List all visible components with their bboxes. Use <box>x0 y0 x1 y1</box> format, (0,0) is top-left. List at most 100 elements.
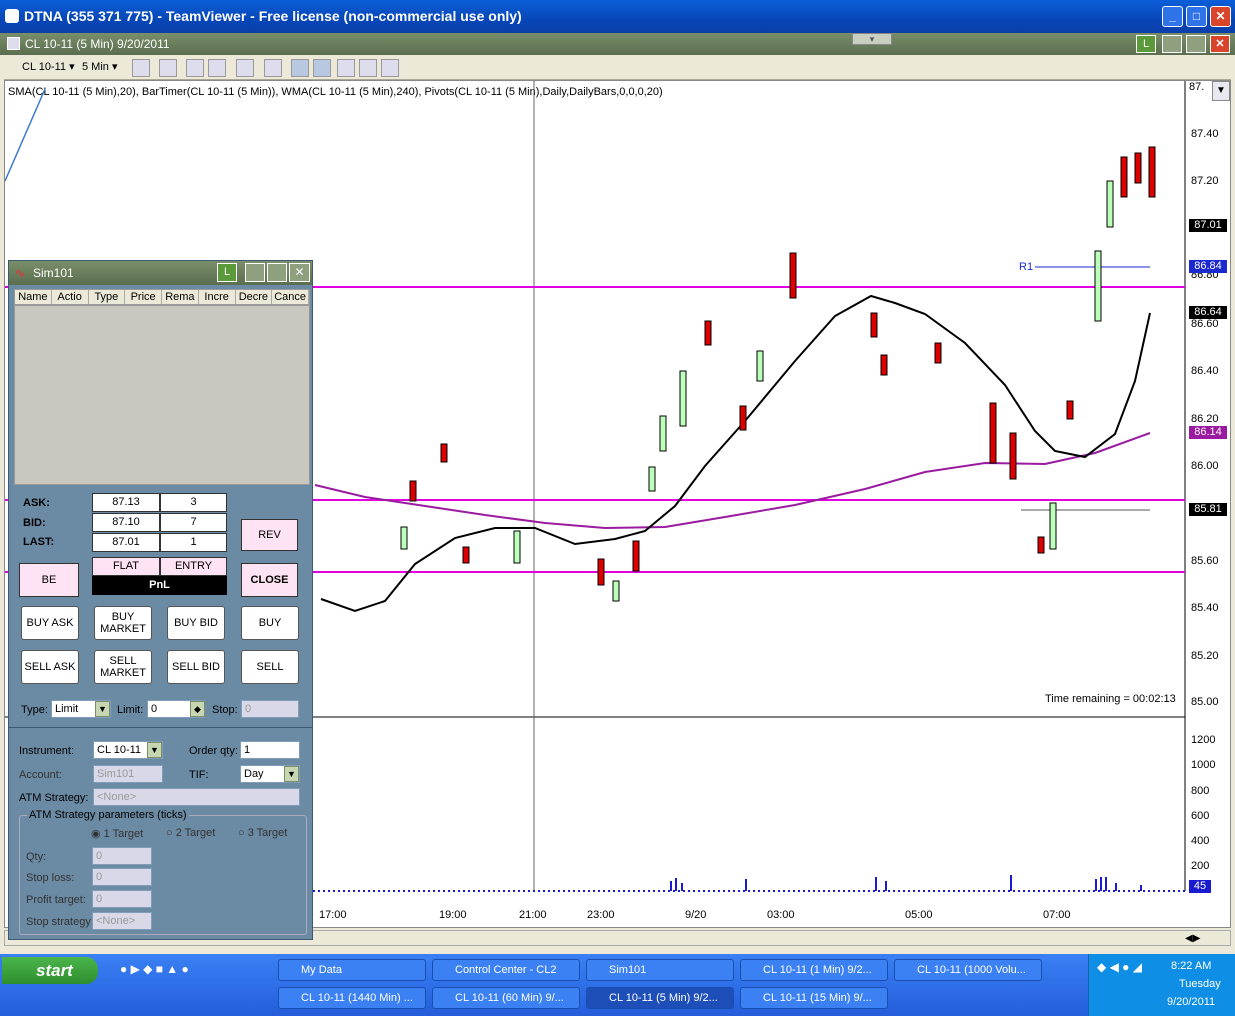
quick-launch-icons[interactable]: ● ▶ ◆ ■ ▲ ● <box>120 962 189 976</box>
grid-icon[interactable] <box>381 59 399 77</box>
zoom-icon[interactable] <box>264 59 282 77</box>
close-position-button[interactable]: CLOSE <box>241 563 298 597</box>
stop-input[interactable]: 0 <box>241 700 299 718</box>
stepper-icon[interactable]: ◆ <box>190 701 205 717</box>
chart-minimize-button[interactable] <box>1162 35 1182 53</box>
chart-trader-icon[interactable] <box>313 59 331 77</box>
chart-window-title-bar[interactable]: CL 10-11 (5 Min) 9/20/2011 ▾ L ✕ <box>0 33 1235 55</box>
link-l-button[interactable]: L <box>1136 35 1156 53</box>
sim-link-button[interactable]: L <box>217 263 237 282</box>
target3-radio[interactable]: ○ 3 Target <box>238 827 287 839</box>
instrument-selector[interactable]: CL 10-11 ▾ <box>22 60 75 73</box>
teamviewer-title-bar[interactable]: DTNA (355 371 775) - TeamViewer - Free l… <box>0 0 1235 33</box>
atm-strategy-select[interactable]: <None> <box>93 788 300 806</box>
maximize-button[interactable]: □ <box>1186 6 1207 27</box>
target2-radio[interactable]: ○ 2 Target <box>166 827 215 839</box>
volume-axis-label: 1000 <box>1191 759 1216 771</box>
stop-strategy-select[interactable]: <None> <box>92 912 152 930</box>
qty-input[interactable]: 0 <box>92 847 152 865</box>
indicator-icon[interactable] <box>186 59 204 77</box>
stop-loss-input[interactable]: 0 <box>92 868 152 886</box>
chevron-down-icon[interactable]: ▼ <box>147 742 162 758</box>
task-cl-1min[interactable]: CL 10-11 (1 Min) 9/2... <box>740 959 888 981</box>
chevron-down-icon[interactable]: ▼ <box>284 766 299 782</box>
col-header[interactable]: Incre <box>199 290 236 304</box>
sma-price-tag: 86.64 <box>1189 306 1227 319</box>
divider <box>9 727 312 728</box>
interval-selector[interactable]: 5 Min ▾ <box>82 60 117 73</box>
limit-label: Limit: <box>117 704 144 716</box>
template-icon[interactable] <box>359 59 377 77</box>
orders-grid[interactable] <box>14 305 310 485</box>
pivot-price-tag: 85.81 <box>1189 503 1227 516</box>
sell-bid-button[interactable]: SELL BID <box>167 650 225 684</box>
pencil-icon[interactable] <box>159 59 177 77</box>
y-axis-label: 86.60 <box>1191 318 1219 330</box>
candles <box>400 146 1156 602</box>
atm-strategy-label: ATM Strategy: <box>19 792 89 804</box>
task-control-center[interactable]: Control Center - CL2 <box>432 959 580 981</box>
stop-label: Stop: <box>212 704 238 716</box>
task-cl-15min[interactable]: CL 10-11 (15 Min) 9/... <box>740 987 888 1009</box>
col-header[interactable]: Decre <box>236 290 273 304</box>
entry-status: ENTRY <box>160 557 227 576</box>
sim101-title: Sim101 <box>33 266 74 280</box>
data-box-icon[interactable] <box>291 59 309 77</box>
buy-market-button[interactable]: BUY MARKET <box>94 606 152 640</box>
bar-type-icon[interactable] <box>132 59 150 77</box>
profit-target-input[interactable]: 0 <box>92 890 152 908</box>
col-header[interactable]: Actio <box>52 290 89 304</box>
col-header[interactable]: Rema <box>162 290 199 304</box>
strategy-icon[interactable] <box>208 59 226 77</box>
x-axis-label: 23:00 <box>587 909 615 921</box>
col-header[interactable]: Type <box>89 290 126 304</box>
chevron-down-icon[interactable]: ▼ <box>95 701 110 717</box>
be-button[interactable]: BE <box>19 563 79 597</box>
buy-bid-button[interactable]: BUY BID <box>167 606 225 640</box>
col-header[interactable]: Price <box>125 290 162 304</box>
chart-close-button[interactable]: ✕ <box>1210 35 1230 53</box>
close-button[interactable]: ✕ <box>1210 6 1231 27</box>
task-cl-5min[interactable]: CL 10-11 (5 Min) 9/2... <box>586 987 734 1009</box>
sell-ask-button[interactable]: SELL ASK <box>21 650 79 684</box>
x-axis-label: 07:00 <box>1043 909 1071 921</box>
r1-price-tag: 86.84 <box>1189 260 1227 273</box>
x-axis-label: 05:00 <box>905 909 933 921</box>
sim-maximize-button[interactable] <box>267 263 287 282</box>
y-axis-label: 86.00 <box>1191 460 1219 472</box>
task-cl-1000vol[interactable]: CL 10-11 (1000 Volu... <box>894 959 1042 981</box>
minimize-button[interactable]: _ <box>1162 6 1183 27</box>
scroll-arrows-icon[interactable]: ◀▶ <box>1185 933 1200 944</box>
start-button[interactable]: start <box>2 957 98 984</box>
task-cl-1440min[interactable]: CL 10-11 (1440 Min) ... <box>278 987 426 1009</box>
order-qty-input[interactable]: 1 <box>240 741 300 759</box>
pointer-icon[interactable] <box>236 59 254 77</box>
collapse-icon[interactable]: ▾ <box>852 33 892 45</box>
chart-toolbar: CL 10-11 ▾ 5 Min ▾ <box>4 56 1231 80</box>
buy-button[interactable]: BUY <box>241 606 299 640</box>
volume-axis-label: 1200 <box>1191 734 1216 746</box>
col-header[interactable]: Cance <box>272 290 309 304</box>
clock-day: Tuesday <box>1179 978 1221 990</box>
task-sim101[interactable]: Sim101 <box>586 959 734 981</box>
rev-button[interactable]: REV <box>241 519 298 551</box>
sim-close-button[interactable]: ✕ <box>289 263 310 282</box>
volume-axis-label: 400 <box>1191 835 1210 847</box>
last-price: 87.01 <box>92 533 160 552</box>
buy-ask-button[interactable]: BUY ASK <box>21 606 79 640</box>
sim-minimize-button[interactable] <box>245 263 265 282</box>
tray-icons[interactable]: ◆ ◀ ● ◢ <box>1097 960 1142 974</box>
col-header[interactable]: Name <box>15 290 52 304</box>
task-my-data[interactable]: My Data <box>278 959 426 981</box>
y-axis-label: 87.20 <box>1191 175 1219 187</box>
account-field[interactable]: Sim101 <box>93 765 163 783</box>
sell-button[interactable]: SELL <box>241 650 299 684</box>
system-tray: ◆ ◀ ● ◢ 8:22 AM Tuesday 9/20/2011 <box>1088 954 1235 1016</box>
properties-icon[interactable] <box>337 59 355 77</box>
sim101-title-bar[interactable]: ∿ Sim101 L ✕ <box>9 261 312 285</box>
chart-restore-button[interactable] <box>1186 35 1206 53</box>
sell-market-button[interactable]: SELL MARKET <box>94 650 152 684</box>
task-cl-60min[interactable]: CL 10-11 (60 Min) 9/... <box>432 987 580 1009</box>
target1-radio[interactable]: ◉ 1 Target <box>91 827 143 840</box>
x-axis-label: 21:00 <box>519 909 547 921</box>
